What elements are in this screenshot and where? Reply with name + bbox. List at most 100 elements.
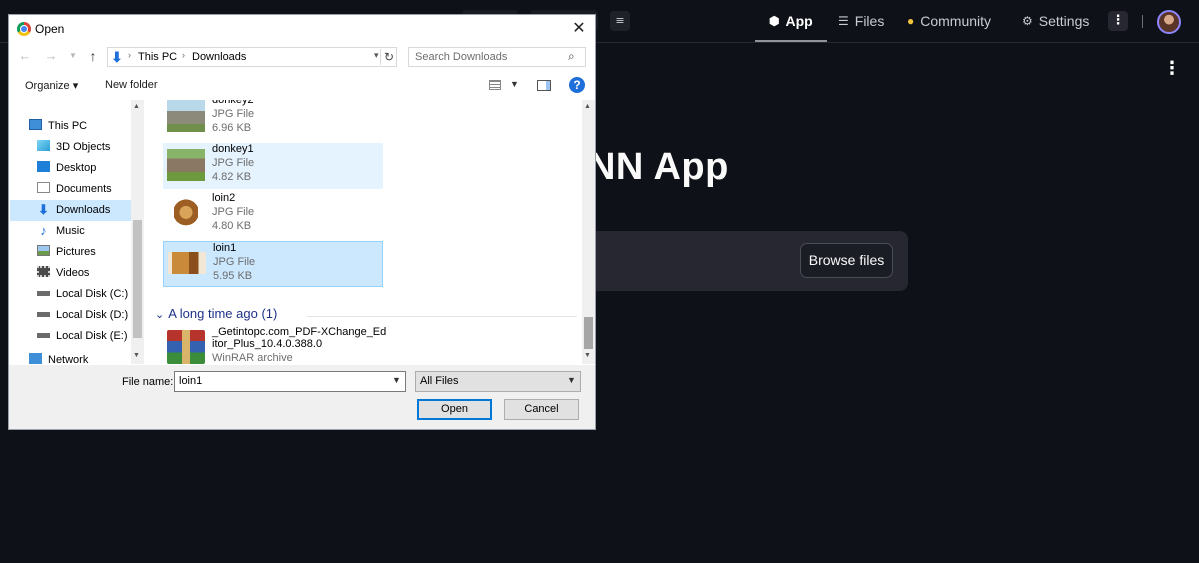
music-note-icon: ♪ [40, 223, 47, 238]
drive-icon [37, 291, 50, 296]
file-item-donkey1[interactable]: donkey1 JPG File 4.82 KB [163, 143, 383, 189]
scroll-up-icon[interactable]: ▲ [584, 103, 591, 110]
open-button[interactable]: Open [417, 399, 492, 420]
file-type: WinRAR archive [212, 352, 293, 364]
tree-item-label: Downloads [56, 204, 111, 216]
recent-locations-chevron-icon[interactable]: ▼ [65, 48, 81, 64]
document-icon [37, 182, 50, 193]
help-icon[interactable]: ? [569, 77, 585, 93]
file-name-value: loin1 [179, 375, 203, 387]
browse-files-button[interactable]: Browse files [800, 243, 893, 278]
tree-item-local-disk-d[interactable]: Local Disk (D:) [37, 305, 129, 326]
nav-tab-files[interactable]: ☰ Files [838, 0, 884, 42]
file-type: JPG File [212, 157, 255, 169]
tree-item-label: Pictures [56, 246, 96, 258]
chevron-down-icon[interactable]: ▼ [392, 375, 401, 385]
tree-item-label: Music [56, 225, 85, 237]
chevron-down-icon[interactable]: ▾ [374, 50, 379, 61]
nav-tab-community[interactable]: ● Community [907, 0, 991, 42]
file-item-loin1[interactable]: loin1 JPG File 5.95 KB [163, 241, 383, 287]
chrome-icon [17, 22, 31, 36]
file-item-pdf-xchange-archive[interactable]: _Getintopc.com_PDF-XChange_Editor_Plus_1… [163, 326, 393, 364]
file-name-field[interactable]: loin1 ▼ [174, 371, 406, 392]
file-size: 4.80 KB [212, 220, 252, 232]
tree-item-downloads[interactable]: ⬇ Downloads [10, 200, 132, 221]
tree-item-network[interactable]: Network [29, 350, 129, 364]
search-input[interactable]: Search Downloads ⌕ [408, 47, 586, 67]
new-folder-button[interactable]: New folder [105, 79, 158, 91]
file-list: donkey2 JPG File 6.96 KB donkey1 JPG Fil… [147, 100, 581, 364]
scroll-up-icon[interactable]: ▲ [133, 103, 140, 110]
chevron-right-icon[interactable]: › [182, 50, 185, 60]
nav-tab-label: App [785, 13, 813, 29]
tree-item-label: Network [48, 354, 89, 364]
nav-tab-settings[interactable]: ⚙ Settings [1022, 0, 1089, 42]
avatar[interactable] [1157, 10, 1181, 34]
change-view-icon[interactable] [489, 80, 501, 90]
scroll-down-icon[interactable]: ▼ [584, 352, 591, 359]
dialog-title-bar[interactable]: Open ✕ [9, 15, 595, 43]
cancel-button[interactable]: Cancel [504, 399, 579, 420]
file-size: 5.95 KB [213, 270, 253, 282]
refresh-icon[interactable]: ↻ [380, 49, 397, 65]
drive-icon [37, 333, 50, 338]
chevron-right-icon[interactable]: › [128, 50, 131, 60]
file-size: 4.82 KB [212, 171, 252, 183]
file-name-label: File name: [122, 376, 174, 388]
back-arrow-icon[interactable]: ← [17, 48, 33, 64]
tree-item-music[interactable]: ♪ Music [37, 221, 129, 242]
search-placeholder: Search Downloads [415, 51, 508, 63]
tree-item-videos[interactable]: Videos [37, 263, 129, 284]
tree-item-label: Local Disk (C:) [56, 288, 129, 300]
drive-icon [37, 312, 50, 317]
computer-icon [29, 119, 42, 130]
file-type-value: All Files [420, 375, 459, 387]
forward-arrow-icon[interactable]: → [43, 48, 59, 64]
tree-item-desktop[interactable]: Desktop [37, 158, 129, 179]
file-type: JPG File [212, 206, 255, 218]
breadcrumb-downloads[interactable]: Downloads [192, 51, 246, 63]
file-name: donkey1 [212, 143, 254, 155]
up-arrow-icon[interactable]: ↑ [85, 48, 101, 64]
navigation-pane-scrollbar[interactable]: ▲ ▼ [131, 100, 144, 364]
file-type: JPG File [213, 256, 256, 268]
scrollbar-thumb[interactable] [133, 220, 142, 338]
group-header-label: A long time ago (1) [168, 306, 278, 321]
chevron-down-icon: ▼ [567, 375, 576, 385]
close-button[interactable]: ✕ [567, 19, 591, 39]
chevron-down-icon: ⌄ [155, 309, 165, 321]
tree-item-label: Desktop [56, 162, 97, 174]
file-list-scrollbar[interactable]: ▲ ▼ [582, 100, 595, 364]
tree-item-label: This PC [48, 120, 88, 132]
file-name: donkey2 [212, 100, 254, 106]
file-item-loin2[interactable]: loin2 JPG File 4.80 KB [163, 192, 383, 238]
group-header[interactable]: ⌄ A long time ago (1) [155, 306, 277, 321]
sidebar-toggle-icon[interactable]: ≡ [610, 11, 630, 31]
navigation-bar: ← → ▼ ↑ ⬇ › This PC › Downloads ▾ ↻ Sear… [9, 45, 595, 69]
header-divider [1142, 15, 1143, 28]
film-icon [37, 266, 50, 277]
scroll-down-icon[interactable]: ▼ [133, 352, 140, 359]
preview-pane-icon[interactable] [537, 80, 551, 91]
more-options-icon[interactable]: ⋮ [1108, 11, 1128, 31]
download-arrow-icon: ⬇ [38, 202, 49, 217]
main-menu-icon[interactable]: ⋮ [1163, 60, 1181, 78]
view-options-chevron-icon[interactable]: ▼ [510, 79, 519, 89]
nav-tab-app[interactable]: ⬢ App [755, 0, 827, 42]
tree-item-label: 3D Objects [56, 141, 111, 153]
donkey-thumbnail [167, 149, 205, 181]
tree-item-this-pc[interactable]: This PC [29, 116, 129, 137]
tree-item-local-disk-c[interactable]: Local Disk (C:) [37, 284, 129, 305]
organize-button[interactable]: Organize ▾ [25, 79, 78, 92]
file-type-select[interactable]: All Files ▼ [415, 371, 581, 392]
tree-item-documents[interactable]: Documents [37, 179, 129, 200]
scrollbar-thumb[interactable] [584, 317, 593, 349]
tree-item-local-disk-e[interactable]: Local Disk (E:) [37, 326, 129, 347]
file-item-donkey2[interactable]: donkey2 JPG File 6.96 KB [163, 100, 383, 140]
download-arrow-icon: ⬇ [111, 49, 123, 65]
breadcrumb-this-pc[interactable]: This PC [138, 51, 177, 63]
tree-item-3d-objects[interactable]: 3D Objects [37, 137, 129, 158]
address-bar[interactable]: ⬇ › This PC › Downloads ▾ ↻ [107, 47, 397, 67]
donkey-thumbnail [167, 100, 205, 132]
tree-item-pictures[interactable]: Pictures [37, 242, 129, 263]
